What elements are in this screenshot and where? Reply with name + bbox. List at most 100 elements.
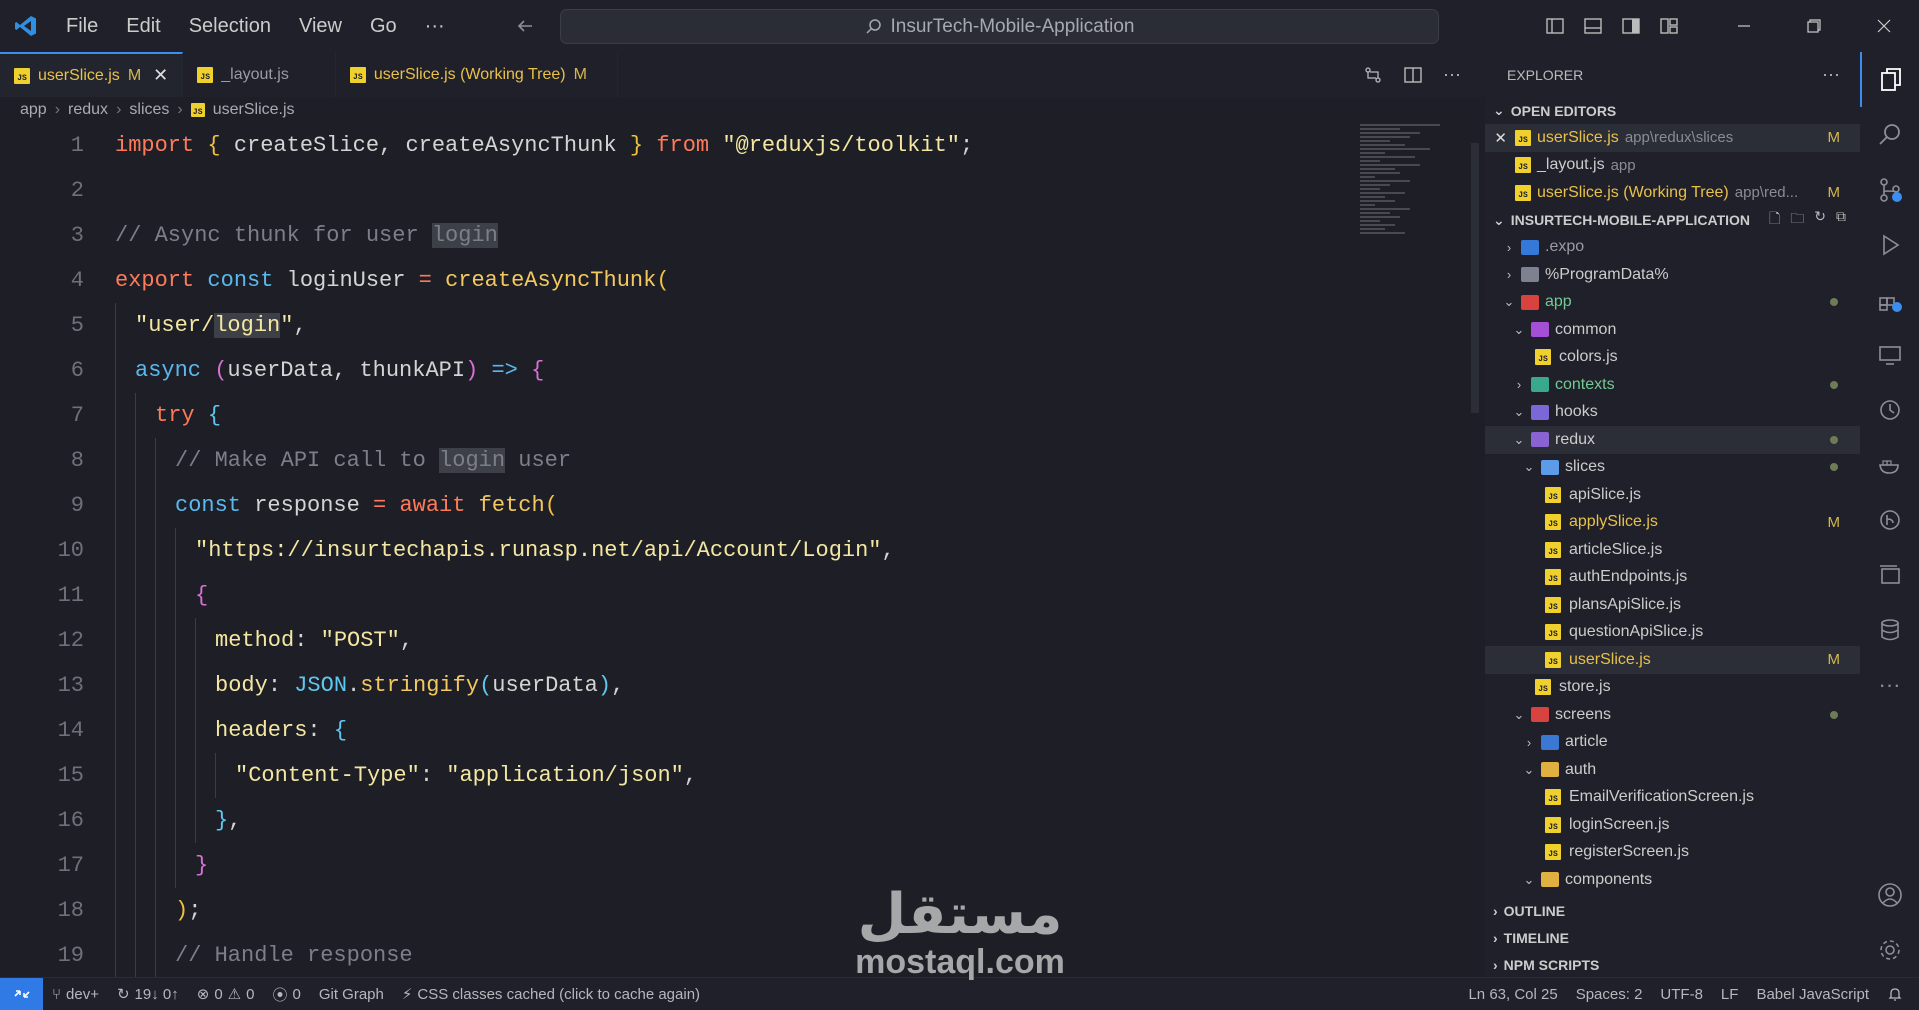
restore-button[interactable] — [1779, 0, 1849, 52]
git-history-icon[interactable] — [1860, 382, 1919, 437]
tree-file[interactable]: JS loginScreen.js — [1485, 811, 1860, 839]
open-editors-section[interactable]: ⌄ OPEN EDITORS — [1485, 97, 1860, 124]
tree-file[interactable]: JS applySlice.js M — [1485, 509, 1860, 537]
tree-file[interactable]: JS questionApiSlice.js — [1485, 619, 1860, 647]
more-views-icon[interactable]: ··· — [1860, 657, 1919, 712]
tree-file-selected[interactable]: JS userSlice.js M — [1485, 646, 1860, 674]
open-editor-item[interactable]: ✕ JS userSlice.js app\redux\slices M — [1485, 124, 1860, 152]
docker-icon[interactable] — [1860, 437, 1919, 492]
indentation-status[interactable]: Spaces: 2 — [1567, 986, 1652, 1003]
notifications-bell-icon[interactable] — [1878, 986, 1919, 1002]
tree-file[interactable]: JS plansApiSlice.js — [1485, 591, 1860, 619]
menu-file[interactable]: File — [52, 15, 112, 38]
tree-file[interactable]: JS registerScreen.js — [1485, 839, 1860, 867]
open-editor-item[interactable]: JS userSlice.js (Working Tree) app\red..… — [1485, 179, 1860, 207]
tree-folder-app[interactable]: ⌄ app — [1485, 289, 1860, 317]
language-mode-status[interactable]: Babel JavaScript — [1747, 986, 1878, 1003]
tree-folder-hooks[interactable]: ⌄ hooks — [1485, 399, 1860, 427]
problems-status[interactable]: ⊗ 0 ⚠ 0 — [188, 985, 264, 1004]
toggle-primary-sidebar-icon[interactable] — [1545, 16, 1565, 36]
project-section[interactable]: ⌄ INSURTECH-MOBILE-APPLICATION 🗋 🗀 ↻ ⧉ — [1485, 207, 1860, 234]
panels-icon[interactable] — [1860, 547, 1919, 602]
cursor-position[interactable]: Ln 63, Col 25 — [1459, 986, 1566, 1003]
search-icon[interactable] — [1860, 107, 1919, 162]
menu-view[interactable]: View — [285, 15, 356, 38]
tree-folder-expo[interactable]: › .expo — [1485, 234, 1860, 262]
npm-scripts-section[interactable]: › NPM SCRIPTS — [1485, 952, 1860, 979]
open-changes-icon[interactable] — [1363, 65, 1383, 85]
tree-folder-contexts[interactable]: › contexts — [1485, 371, 1860, 399]
source-control-icon[interactable] — [1860, 162, 1919, 217]
editor-scrollbar[interactable] — [1468, 123, 1485, 977]
chevron-down-icon: ⌄ — [1493, 211, 1505, 228]
breadcrumb-file[interactable]: userSlice.js — [213, 101, 295, 119]
tree-folder-common[interactable]: ⌄ common — [1485, 316, 1860, 344]
more-actions-icon[interactable]: ··· — [1822, 64, 1840, 85]
extensions-icon[interactable] — [1860, 272, 1919, 327]
close-window-button[interactable] — [1849, 0, 1919, 52]
git-graph-button[interactable]: Git Graph — [310, 986, 393, 1003]
tree-folder-programdata[interactable]: › %ProgramData% — [1485, 261, 1860, 289]
menu-edit[interactable]: Edit — [112, 15, 174, 38]
tree-folder-article[interactable]: › article — [1485, 729, 1860, 757]
tree-folder-components[interactable]: ⌄ components — [1485, 866, 1860, 894]
git-graph-icon[interactable] — [1860, 492, 1919, 547]
customize-layout-icon[interactable] — [1659, 16, 1679, 36]
more-actions-icon[interactable]: ··· — [1443, 64, 1461, 85]
command-center-search[interactable]: InsurTech-Mobile-Application — [560, 9, 1439, 44]
back-arrow-icon[interactable] — [515, 16, 535, 36]
tab-userslice-working-tree[interactable]: JS userSlice.js (Working Tree) M — [336, 52, 618, 97]
code-line: 11{ — [0, 573, 1468, 618]
new-file-icon[interactable]: 🗋 — [1769, 208, 1780, 232]
js-file-icon: JS — [197, 66, 214, 83]
eol-status[interactable]: LF — [1712, 986, 1748, 1003]
minimize-button[interactable] — [1709, 0, 1779, 52]
tree-file[interactable]: JS authEndpoints.js — [1485, 564, 1860, 592]
account-icon[interactable] — [1860, 867, 1919, 922]
scrollbar-thumb[interactable] — [1471, 143, 1479, 413]
tree-folder-redux[interactable]: ⌄ redux — [1485, 426, 1860, 454]
breadcrumb-slices[interactable]: slices — [129, 101, 169, 119]
chevron-right-icon: › — [116, 101, 122, 118]
outline-section[interactable]: › OUTLINE — [1485, 898, 1860, 925]
toggle-secondary-sidebar-icon[interactable] — [1621, 16, 1641, 36]
tab-userslice[interactable]: JS userSlice.js M ✕ — [0, 52, 184, 97]
ports-status[interactable]: ⦿ 0 — [263, 984, 309, 1005]
tree-folder-slices[interactable]: ⌄ slices — [1485, 454, 1860, 482]
tree-file[interactable]: JS store.js — [1485, 674, 1860, 702]
tree-file[interactable]: JS apiSlice.js — [1485, 481, 1860, 509]
file-name: _layout.js — [1537, 156, 1605, 174]
git-branch-status[interactable]: ⑂ dev+ — [43, 986, 108, 1003]
breadcrumb-app[interactable]: app — [20, 101, 47, 119]
run-debug-icon[interactable] — [1860, 217, 1919, 272]
minimap[interactable] — [1360, 122, 1468, 292]
collapse-all-icon[interactable]: ⧉ — [1836, 208, 1846, 232]
database-icon[interactable] — [1860, 602, 1919, 657]
css-cache-status[interactable]: ⚡ CSS classes cached (click to cache agai… — [393, 985, 709, 1004]
close-tab-icon[interactable]: ✕ — [153, 65, 168, 86]
settings-gear-icon[interactable] — [1860, 922, 1919, 977]
menu-go[interactable]: Go — [356, 15, 411, 38]
menu-selection[interactable]: Selection — [175, 15, 285, 38]
tree-file[interactable]: JS colors.js — [1485, 344, 1860, 372]
code-editor[interactable]: 1 import { createSlice, createAsyncThunk … — [0, 123, 1468, 977]
toggle-panel-icon[interactable] — [1583, 16, 1603, 36]
tree-file[interactable]: JS EmailVerificationScreen.js — [1485, 784, 1860, 812]
close-icon[interactable]: ✕ — [1485, 129, 1507, 147]
tree-file[interactable]: JS articleSlice.js — [1485, 536, 1860, 564]
encoding-status[interactable]: UTF-8 — [1651, 986, 1712, 1003]
tree-folder-screens[interactable]: ⌄ screens — [1485, 701, 1860, 729]
refresh-icon[interactable]: ↻ — [1814, 208, 1826, 232]
remote-explorer-icon[interactable] — [1860, 327, 1919, 382]
breadcrumb-redux[interactable]: redux — [68, 101, 108, 119]
split-editor-icon[interactable] — [1403, 65, 1423, 85]
menu-more[interactable]: ··· — [411, 15, 459, 38]
remote-indicator-button[interactable] — [0, 977, 43, 1010]
tab-layout[interactable]: JS _layout.js — [183, 52, 336, 97]
tree-folder-auth[interactable]: ⌄ auth — [1485, 756, 1860, 784]
explorer-icon[interactable] — [1860, 52, 1919, 107]
timeline-section[interactable]: › TIMELINE — [1485, 925, 1860, 952]
sync-status[interactable]: ↻ 19↓ 0↑ — [108, 985, 188, 1004]
open-editor-item[interactable]: JS _layout.js app — [1485, 152, 1860, 180]
new-folder-icon[interactable]: 🗀 — [1790, 208, 1804, 232]
